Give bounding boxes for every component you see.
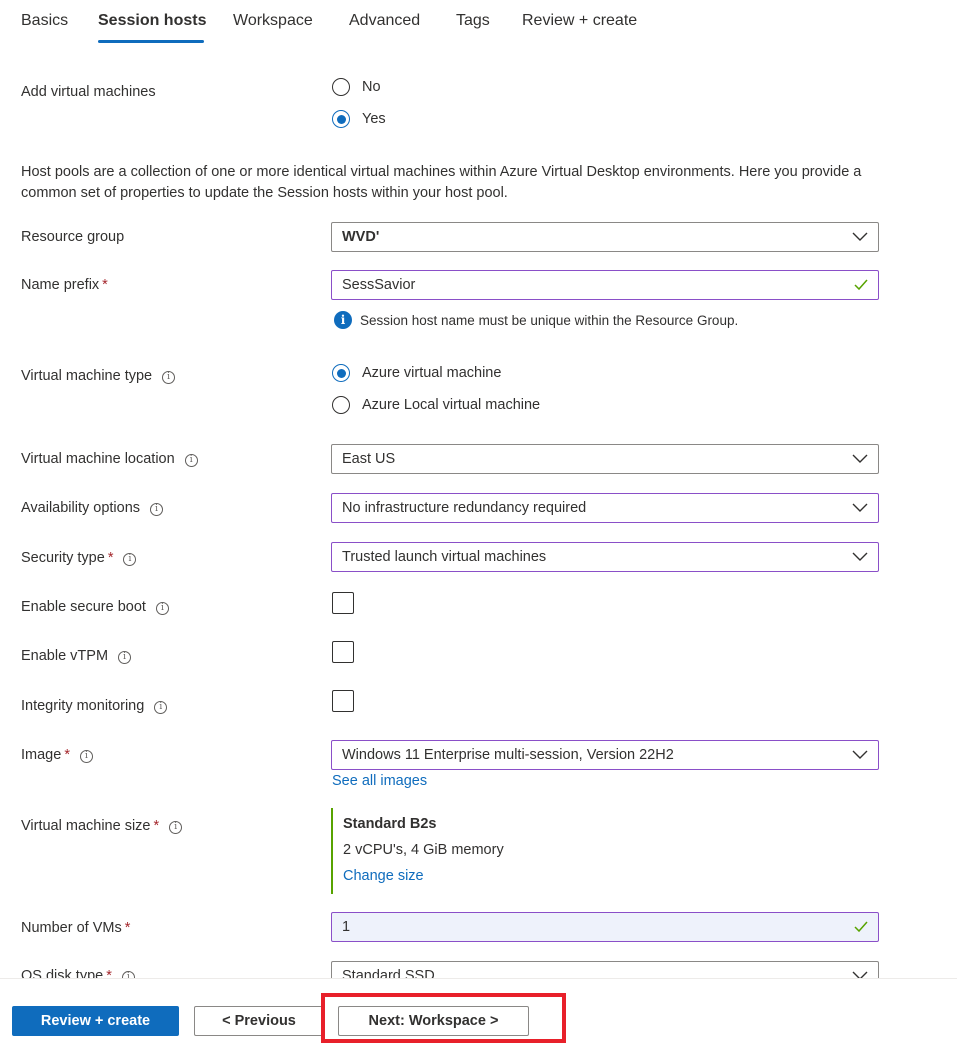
security-type-label: Security type * i [21,550,137,566]
info-icon[interactable]: i [118,651,132,664]
security-type-dropdown[interactable]: Trusted launch virtual machines [331,542,879,572]
availability-value: No infrastructure redundancy required [342,500,587,516]
tab-session-hosts[interactable]: Session hosts [98,12,206,30]
radio-dot [336,114,346,124]
info-icon[interactable]: i [123,553,137,566]
num-vms-input[interactable] [342,919,854,935]
radio-add-vms-no[interactable]: No [332,76,381,98]
availability-label: Availability options i [21,500,164,516]
required-asterisk: * [124,920,131,936]
tab-tags[interactable]: Tags [456,12,490,30]
name-prefix-input-box[interactable] [331,270,879,300]
chevron-down-icon [852,503,868,512]
chevron-down-icon [852,750,868,759]
active-tab-indicator [98,40,204,43]
change-size-link[interactable]: Change size [343,868,504,884]
see-all-images-link[interactable]: See all images [332,773,427,789]
add-vms-label: Add virtual machines [21,84,156,100]
info-icon[interactable]: i [79,750,93,763]
vm-type-label: Virtual machine type i [21,368,176,384]
required-asterisk: * [64,747,70,763]
resource-group-value: WVD' [342,229,380,245]
vtpm-checkbox[interactable] [332,641,354,663]
required-asterisk: * [107,550,114,566]
vm-location-value: East US [342,451,396,467]
vm-location-dropdown[interactable]: East US [331,444,879,474]
availability-dropdown[interactable]: No infrastructure redundancy required [331,493,879,523]
radio-azure-vm[interactable]: Azure virtual machine [332,362,501,384]
image-dropdown[interactable]: Windows 11 Enterprise multi-session, Ver… [331,740,879,770]
integrity-label: Integrity monitoring i [21,698,168,714]
image-label: Image * i [21,747,93,763]
chevron-down-icon [852,552,868,561]
name-prefix-info-text: Session host name must be unique within … [360,312,739,328]
secure-boot-checkbox[interactable] [332,592,354,614]
radio-circle [332,78,350,96]
required-asterisk: * [153,818,160,834]
host-pool-description: Host pools are a collection of one or mo… [21,164,862,201]
info-filled-icon: i [334,311,352,329]
num-vms-label: Number of VMs * [21,920,131,936]
info-icon[interactable]: i [155,602,169,615]
radio-circle [332,110,350,128]
radio-label: Azure virtual machine [362,365,502,381]
radio-circle [332,364,350,382]
radio-label: Yes [362,111,386,127]
valid-check-icon [854,279,868,291]
vm-size-label: Virtual machine size * i [21,818,183,834]
name-prefix-input[interactable] [342,277,854,293]
info-icon[interactable]: i [150,503,164,516]
tab-review-create[interactable]: Review + create [522,12,637,30]
next-button-highlight [321,993,566,1043]
info-icon[interactable]: i [154,701,168,714]
name-prefix-info: i Session host name must be unique withi… [334,311,738,329]
vtpm-label: Enable vTPM i [21,648,132,664]
radio-label: Azure Local virtual machine [362,397,541,413]
info-icon[interactable]: i [184,454,198,467]
required-asterisk: * [102,277,108,293]
valid-check-icon [854,921,868,933]
radio-azure-local-vm[interactable]: Azure Local virtual machine [332,394,540,416]
image-value: Windows 11 Enterprise multi-session, Ver… [342,747,674,763]
integrity-checkbox[interactable] [332,690,354,712]
name-prefix-label: Name prefix * [21,277,108,293]
previous-button[interactable]: < Previous [194,1006,324,1036]
radio-label: No [362,79,381,95]
chevron-down-icon [852,454,868,463]
vm-size-detail: 2 vCPU's, 4 GiB memory [343,842,504,858]
tab-basics[interactable]: Basics [21,12,68,30]
secure-boot-label: Enable secure boot i [21,599,169,615]
vm-location-label: Virtual machine location i [21,451,198,467]
vm-size-summary: Standard B2s 2 vCPU's, 4 GiB memory Chan… [331,808,504,894]
radio-add-vms-yes[interactable]: Yes [332,108,386,130]
resource-group-dropdown[interactable]: WVD' [331,222,879,252]
security-type-value: Trusted launch virtual machines [342,549,547,565]
review-create-button[interactable]: Review + create [12,1006,179,1036]
chevron-down-icon [852,232,868,241]
tab-advanced[interactable]: Advanced [349,12,420,30]
radio-circle [332,396,350,414]
resource-group-label: Resource group [21,229,125,245]
num-vms-input-box[interactable] [331,912,879,942]
radio-dot [336,368,346,378]
info-icon[interactable]: i [162,371,176,384]
vm-size-name: Standard B2s [343,816,437,832]
tab-workspace[interactable]: Workspace [233,12,313,30]
info-icon[interactable]: i [169,821,183,834]
